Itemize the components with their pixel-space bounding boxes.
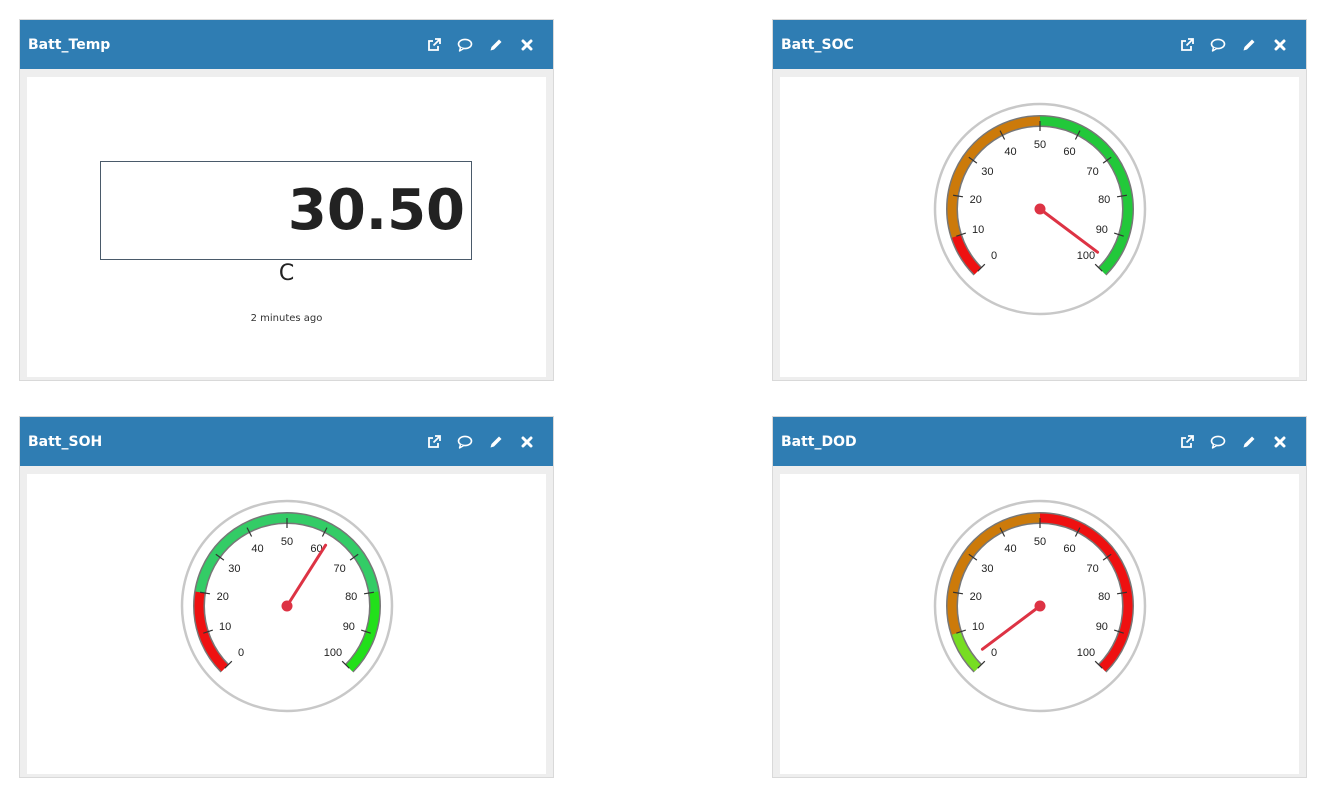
gauge-tick-label: 80	[1098, 194, 1110, 206]
gauge-tick-label: 10	[972, 224, 984, 236]
value-display: 30.50	[100, 161, 472, 260]
gauge-tick-label: 60	[1063, 543, 1075, 555]
close-icon[interactable]	[1272, 434, 1288, 450]
gauge-tick-label: 0	[238, 647, 244, 659]
widget-batt-soh: Batt_SOH 0 10 20 30 40 50 60 70 80 90 100	[19, 416, 554, 778]
close-icon[interactable]	[1272, 37, 1288, 53]
comment-icon[interactable]	[1210, 434, 1226, 450]
gauge-tick-label: 100	[1077, 647, 1095, 659]
gauge-tick-label: 70	[1086, 563, 1098, 575]
last-updated-text: 2 minutes ago	[250, 313, 323, 324]
widget-header: Batt_SOH	[20, 417, 553, 466]
widget-actions	[1179, 37, 1288, 53]
gauge-needle-hub	[1034, 203, 1046, 215]
external-link-icon[interactable]	[1179, 37, 1195, 53]
gauge-tick-label: 50	[1034, 536, 1046, 548]
gauge-tick-label: 90	[343, 621, 355, 633]
gauge-tick-label: 50	[281, 536, 293, 548]
edit-pencil-icon[interactable]	[1241, 434, 1257, 450]
widget-batt-soc: Batt_SOC 0 10 20 30 40 50 60 70 80 90 100	[772, 19, 1307, 381]
widget-body: 0 10 20 30 40 50 60 70 80 90 100	[27, 474, 546, 774]
gauge-tick-label: 70	[333, 563, 345, 575]
widget-header: Batt_Temp	[20, 20, 553, 69]
widget-body: 0 10 20 30 40 50 60 70 80 90 100	[780, 77, 1299, 377]
gauge-tick-label: 80	[1098, 591, 1110, 603]
edit-pencil-icon[interactable]	[1241, 37, 1257, 53]
widget-batt-temp: Batt_Temp 30.50 C 2 minutes ago	[19, 19, 554, 381]
gauge-tick-label: 20	[970, 194, 982, 206]
widget-actions	[426, 37, 535, 53]
widget-title: Batt_DOD	[781, 433, 857, 450]
widget-actions	[1179, 434, 1288, 450]
widget-title: Batt_SOC	[781, 36, 854, 53]
gauge-tick-label: 10	[972, 621, 984, 633]
widget-actions	[426, 434, 535, 450]
gauge-tick-label: 30	[228, 563, 240, 575]
close-icon[interactable]	[519, 37, 535, 53]
gauge-needle-hub	[1034, 600, 1046, 612]
gauge-dod: 0 10 20 30 40 50 60 70 80 90 100	[933, 499, 1147, 713]
gauge-tick-label: 60	[1063, 146, 1075, 158]
widget-title: Batt_SOH	[28, 433, 103, 450]
widget-title: Batt_Temp	[28, 36, 111, 53]
gauge-tick-label: 20	[217, 591, 229, 603]
widget-header: Batt_DOD	[773, 417, 1306, 466]
external-link-icon[interactable]	[426, 434, 442, 450]
widget-body: 30.50 C 2 minutes ago	[27, 77, 546, 377]
edit-pencil-icon[interactable]	[488, 37, 504, 53]
gauge-tick-label: 80	[345, 591, 357, 603]
gauge-tick-label: 70	[1086, 166, 1098, 178]
gauge-soc: 0 10 20 30 40 50 60 70 80 90 100	[933, 102, 1147, 316]
gauge-tick-label: 40	[1004, 543, 1016, 555]
value-text: 30.50	[287, 178, 465, 243]
widget-batt-dod: Batt_DOD 0 10 20 30 40 50 60 70 80 90 100	[772, 416, 1307, 778]
gauge-soh: 0102030405060708090100	[180, 499, 394, 713]
gauge-tick-label: 0	[991, 250, 997, 262]
gauge-tick-label: 90	[1096, 621, 1108, 633]
widget-body: 0 10 20 30 40 50 60 70 80 90 100	[780, 474, 1299, 774]
gauge-tick-label: 100	[324, 647, 342, 659]
comment-icon[interactable]	[457, 37, 473, 53]
close-icon[interactable]	[519, 434, 535, 450]
gauge-tick-label: 30	[981, 166, 993, 178]
external-link-icon[interactable]	[1179, 434, 1195, 450]
gauge-tick-label: 50	[1034, 139, 1046, 151]
gauge-tick-label: 100	[1077, 250, 1095, 262]
gauge-tick-label: 20	[970, 591, 982, 603]
edit-pencil-icon[interactable]	[488, 434, 504, 450]
comment-icon[interactable]	[457, 434, 473, 450]
comment-icon[interactable]	[1210, 37, 1226, 53]
widget-header: Batt_SOC	[773, 20, 1306, 69]
gauge-tick-label: 40	[1004, 146, 1016, 158]
gauge-tick-label: 30	[981, 563, 993, 575]
unit-label: C	[278, 261, 295, 286]
gauge-needle-hub	[281, 600, 293, 612]
gauge-tick-label: 40	[251, 543, 263, 555]
gauge-tick-label: 0	[991, 647, 997, 659]
gauge-tick-label: 90	[1096, 224, 1108, 236]
gauge-tick-label: 10	[219, 621, 231, 633]
external-link-icon[interactable]	[426, 37, 442, 53]
